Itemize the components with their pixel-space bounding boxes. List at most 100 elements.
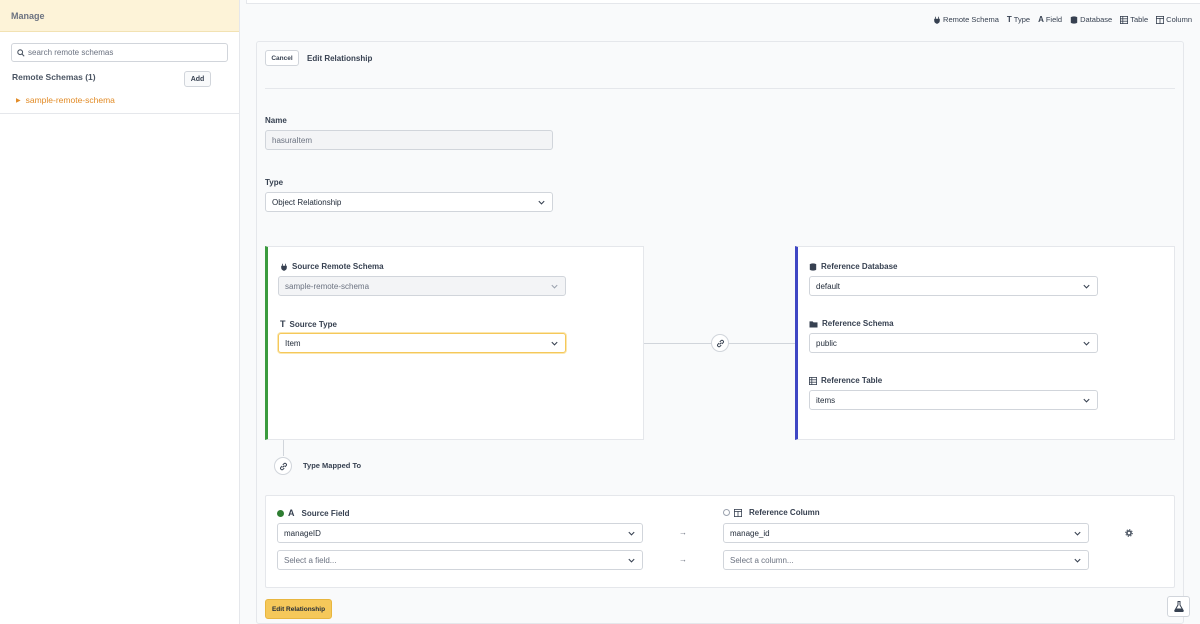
source-dot-icon	[277, 509, 284, 517]
type-select[interactable]: Object Relationship	[265, 192, 553, 212]
reference-schema-label: Reference Schema	[809, 319, 894, 328]
chevron-down-icon	[1083, 341, 1090, 346]
reference-table-label: Reference Table	[809, 376, 882, 385]
type-value: Object Relationship	[272, 197, 342, 207]
source-type-value: Item	[285, 338, 301, 348]
source-field-label: A Source Field	[277, 508, 350, 518]
reference-column-select[interactable]: Select a column...	[723, 550, 1089, 570]
chevron-down-icon	[628, 558, 635, 563]
legend-column: Column	[1156, 15, 1192, 24]
sidebar-header: Manage	[0, 0, 239, 32]
legend-label: Table	[1130, 15, 1149, 24]
folder-icon	[809, 320, 818, 328]
column-icon	[734, 508, 742, 517]
link-icon-circle	[711, 334, 729, 352]
source-field-select[interactable]: Select a field...	[277, 550, 643, 570]
link-icon-circle	[274, 457, 292, 475]
table-icon	[1120, 15, 1129, 24]
edit-relationship-button[interactable]: Edit Relationship	[265, 599, 332, 619]
caret-right-icon: ▶	[16, 97, 21, 104]
reference-column-value: manage_id	[730, 528, 770, 538]
reference-database-label: Reference Database	[809, 262, 897, 271]
label-text: Reference Column	[749, 508, 820, 517]
cancel-button[interactable]: Cancel	[265, 50, 299, 66]
label-text: Source Remote Schema	[292, 262, 384, 271]
name-label: Name	[265, 116, 287, 125]
chevron-down-icon	[551, 284, 558, 289]
arrow-right-icon: →	[679, 528, 687, 537]
label-text: Reference Table	[821, 376, 883, 385]
search-box[interactable]	[11, 43, 228, 62]
table-icon	[809, 376, 817, 385]
label-text: Source Field	[301, 508, 350, 518]
source-field-value: manageID	[284, 528, 321, 538]
reference-schema-select[interactable]: public	[809, 333, 1098, 353]
column-icon	[1156, 15, 1165, 24]
chevron-down-icon	[1074, 558, 1081, 563]
legend-table: Table	[1120, 15, 1148, 24]
type-mapped-to-label: Type Mapped To	[303, 461, 362, 470]
legend-label: Column	[1166, 15, 1192, 24]
arrow-right-icon: →	[679, 555, 687, 564]
label-text: Source Type	[289, 319, 337, 329]
reference-column-select[interactable]: manage_id	[723, 523, 1089, 543]
label-text: Reference Database	[821, 262, 898, 271]
reference-database-value: default	[816, 281, 841, 291]
source-type-label: T Source Type	[280, 319, 337, 329]
plug-icon	[934, 16, 940, 24]
mapping-connector-line	[283, 440, 284, 456]
chevron-down-icon	[1083, 398, 1090, 403]
legend-type: T Type	[1007, 15, 1030, 24]
name-value: hasuraItem	[272, 135, 313, 145]
reference-dot-icon	[723, 509, 730, 516]
source-remote-schema-select[interactable]: sample-remote-schema	[278, 276, 566, 296]
source-remote-schema-label: Source Remote Schema	[280, 262, 384, 271]
source-remote-schema-value: sample-remote-schema	[285, 281, 370, 291]
reference-database-select[interactable]: default	[809, 276, 1098, 296]
add-remote-schema-button[interactable]: Add	[184, 71, 211, 87]
search-input[interactable]	[28, 48, 218, 57]
page-title: Edit Relationship	[307, 54, 373, 63]
legend-label: Database	[1080, 15, 1113, 24]
sidebar-item-label: sample-remote-schema	[25, 95, 115, 105]
source-field-select[interactable]: manageID	[277, 523, 643, 543]
reference-column-label: Reference Column	[723, 508, 820, 517]
remote-schemas-count-label: Remote Schemas (1)	[12, 72, 96, 82]
field-icon: A	[1038, 15, 1044, 24]
chevron-down-icon	[538, 200, 545, 205]
legend-label: Type	[1013, 15, 1031, 24]
source-field-placeholder: Select a field...	[284, 555, 337, 565]
label-text: Reference Schema	[822, 319, 894, 328]
reference-table-value: items	[816, 395, 836, 405]
divider	[265, 88, 1175, 89]
legend-field: A Field	[1038, 15, 1062, 24]
type-icon: T	[280, 319, 286, 329]
reference-table-select[interactable]: items	[809, 390, 1098, 410]
reference-column-placeholder: Select a column...	[730, 555, 794, 565]
chevron-down-icon	[628, 531, 635, 536]
source-type-select[interactable]: Item	[278, 333, 566, 353]
database-icon	[809, 262, 817, 271]
type-icon: T	[1006, 15, 1012, 24]
reference-schema-value: public	[816, 338, 837, 348]
legend-label: Remote Schema	[943, 15, 999, 24]
legend-remote-schema: Remote Schema	[933, 15, 999, 24]
sidebar-divider	[0, 113, 240, 114]
name-field[interactable]: hasuraItem	[265, 130, 553, 150]
flask-button[interactable]	[1167, 596, 1190, 617]
database-icon	[1070, 15, 1078, 24]
chevron-down-icon	[551, 341, 558, 346]
type-label: Type	[265, 178, 284, 187]
sidebar-item-sample-remote-schema[interactable]: ▶ sample-remote-schema	[16, 95, 115, 105]
link-icon	[716, 339, 724, 347]
legend-database: Database	[1070, 15, 1112, 24]
link-icon	[279, 462, 287, 470]
plug-icon	[281, 263, 287, 271]
flask-icon	[1173, 601, 1184, 612]
legend-label: Field	[1045, 15, 1063, 24]
chevron-down-icon	[1074, 531, 1081, 536]
gear-icon[interactable]	[1125, 529, 1133, 537]
chevron-down-icon	[1083, 284, 1090, 289]
field-icon: A	[288, 508, 295, 518]
search-icon	[17, 48, 25, 57]
